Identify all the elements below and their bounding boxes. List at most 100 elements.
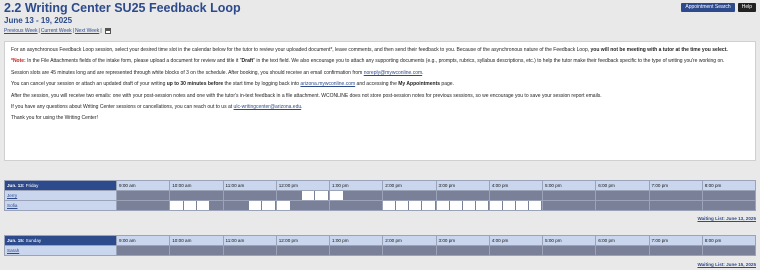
open-slot[interactable] xyxy=(277,201,291,210)
unavailable-slot xyxy=(569,192,582,200)
unavailable-slot xyxy=(156,192,169,200)
day-header: Jun. 15: Sunday xyxy=(4,235,117,246)
unavailable-slot xyxy=(171,247,184,255)
unavailable-slot xyxy=(556,192,569,200)
tutor-name-link[interactable]: Jerry xyxy=(7,193,17,198)
unavailable-slot xyxy=(369,192,381,200)
unavailable-slot xyxy=(263,192,276,200)
instructions-thanks: Thank you for using the Writing Center! xyxy=(11,115,98,122)
unavailable-slot xyxy=(156,202,169,210)
open-slot[interactable] xyxy=(515,201,529,210)
open-slot[interactable] xyxy=(502,201,516,210)
time-cell xyxy=(435,190,490,201)
unavailable-slot xyxy=(569,202,582,210)
instructions-paragraph: If you have any questions about Writing … xyxy=(11,104,303,111)
time-cell xyxy=(169,190,224,201)
open-slot[interactable] xyxy=(449,201,463,210)
time-header: 6:00 pm xyxy=(595,180,650,191)
previous-week-link[interactable]: Previous Week xyxy=(4,28,38,34)
time-cell xyxy=(115,200,171,211)
open-slot[interactable] xyxy=(170,201,184,210)
writing-center-email-link[interactable]: ulc-writingcenter@arizona.edu xyxy=(234,104,302,110)
schedule-grid-friday: Jun. 13: Friday 9:00 am 10:00 am 11:00 am 12… xyxy=(4,180,757,211)
time-cell xyxy=(488,245,544,256)
time-header: 9:00 am xyxy=(115,180,171,191)
open-slot[interactable] xyxy=(409,201,423,210)
time-cell xyxy=(275,190,331,201)
time-cell xyxy=(488,190,544,201)
open-slot[interactable] xyxy=(315,191,329,200)
unavailable-slot xyxy=(450,192,463,200)
nav-separator: | xyxy=(100,28,102,34)
open-slot[interactable] xyxy=(475,201,489,210)
open-slot[interactable] xyxy=(490,201,503,210)
unavailable-slot xyxy=(384,247,397,255)
open-slot[interactable] xyxy=(330,191,344,200)
open-slot[interactable] xyxy=(437,201,450,210)
unavailable-slot xyxy=(729,202,742,210)
current-week-link[interactable]: Current Week xyxy=(41,28,72,34)
unavailable-slot xyxy=(635,192,648,200)
calendar-icon[interactable] xyxy=(104,28,111,34)
appointment-search-button[interactable]: Appointment Search xyxy=(681,3,735,12)
unavailable-slot xyxy=(516,192,529,200)
time-cell xyxy=(541,200,597,211)
noreply-email-link[interactable]: noreply@mywconline.com xyxy=(364,70,422,76)
unavailable-slot xyxy=(422,192,435,200)
unavailable-slot xyxy=(409,247,422,255)
time-header: 2:00 pm xyxy=(382,180,437,191)
unavailable-slot xyxy=(463,192,476,200)
unavailable-slot xyxy=(490,247,503,255)
open-slot[interactable] xyxy=(422,201,435,210)
waiting-list-link[interactable]: Waiting List: June 15, 2025 xyxy=(697,262,756,267)
unavailable-slot xyxy=(143,202,156,210)
time-cell xyxy=(595,200,650,211)
unavailable-slot xyxy=(503,247,516,255)
open-slot[interactable] xyxy=(383,201,397,210)
tutor-name-link[interactable]: Sofia xyxy=(7,203,17,208)
unavailable-slot xyxy=(118,202,131,210)
unavailable-slot xyxy=(635,202,648,210)
next-week-link[interactable]: Next Week xyxy=(75,28,99,34)
time-header: 3:00 pm xyxy=(435,180,490,191)
open-slot[interactable] xyxy=(462,201,476,210)
tutor-name-link[interactable]: Sarah xyxy=(7,248,19,253)
unavailable-slot xyxy=(450,247,463,255)
open-slot[interactable] xyxy=(301,191,316,200)
unavailable-slot xyxy=(663,202,676,210)
time-header: 8:00 pm xyxy=(701,235,757,246)
unavailable-slot xyxy=(209,192,222,200)
unavailable-slot xyxy=(356,202,369,210)
unavailable-slot xyxy=(716,247,729,255)
time-cell xyxy=(382,245,437,256)
time-cell xyxy=(541,245,597,256)
unavailable-slot xyxy=(277,247,290,255)
unavailable-slot xyxy=(597,202,610,210)
time-cell xyxy=(115,245,171,256)
unavailable-slot xyxy=(582,247,595,255)
instructions-paragraph: You can cancel your session or attach an… xyxy=(11,81,454,88)
unavailable-slot xyxy=(290,247,303,255)
open-slot[interactable] xyxy=(196,201,211,210)
instructions-paragraph: After the session, you will receive two … xyxy=(11,92,602,99)
unavailable-slot xyxy=(331,247,344,255)
unavailable-slot xyxy=(597,247,610,255)
open-slot[interactable] xyxy=(528,201,542,210)
time-header: 3:00 pm xyxy=(435,235,490,246)
open-slot[interactable] xyxy=(183,201,197,210)
unavailable-slot xyxy=(476,247,489,255)
unavailable-slot xyxy=(663,247,676,255)
time-header: 4:00 pm xyxy=(488,235,544,246)
wconline-link[interactable]: arizona.mywconline.com xyxy=(300,81,355,87)
unavailable-slot xyxy=(396,247,409,255)
unavailable-slot xyxy=(118,247,131,255)
help-button[interactable]: Help xyxy=(737,3,756,12)
open-slot[interactable] xyxy=(396,201,410,210)
unavailable-slot xyxy=(183,247,196,255)
waiting-list-link[interactable]: Waiting List: June 13, 2025 xyxy=(697,216,756,221)
open-slot[interactable] xyxy=(262,201,276,210)
open-slot[interactable] xyxy=(248,201,263,210)
unavailable-slot xyxy=(236,202,249,210)
unavailable-slot xyxy=(183,192,196,200)
unavailable-slot xyxy=(437,192,450,200)
